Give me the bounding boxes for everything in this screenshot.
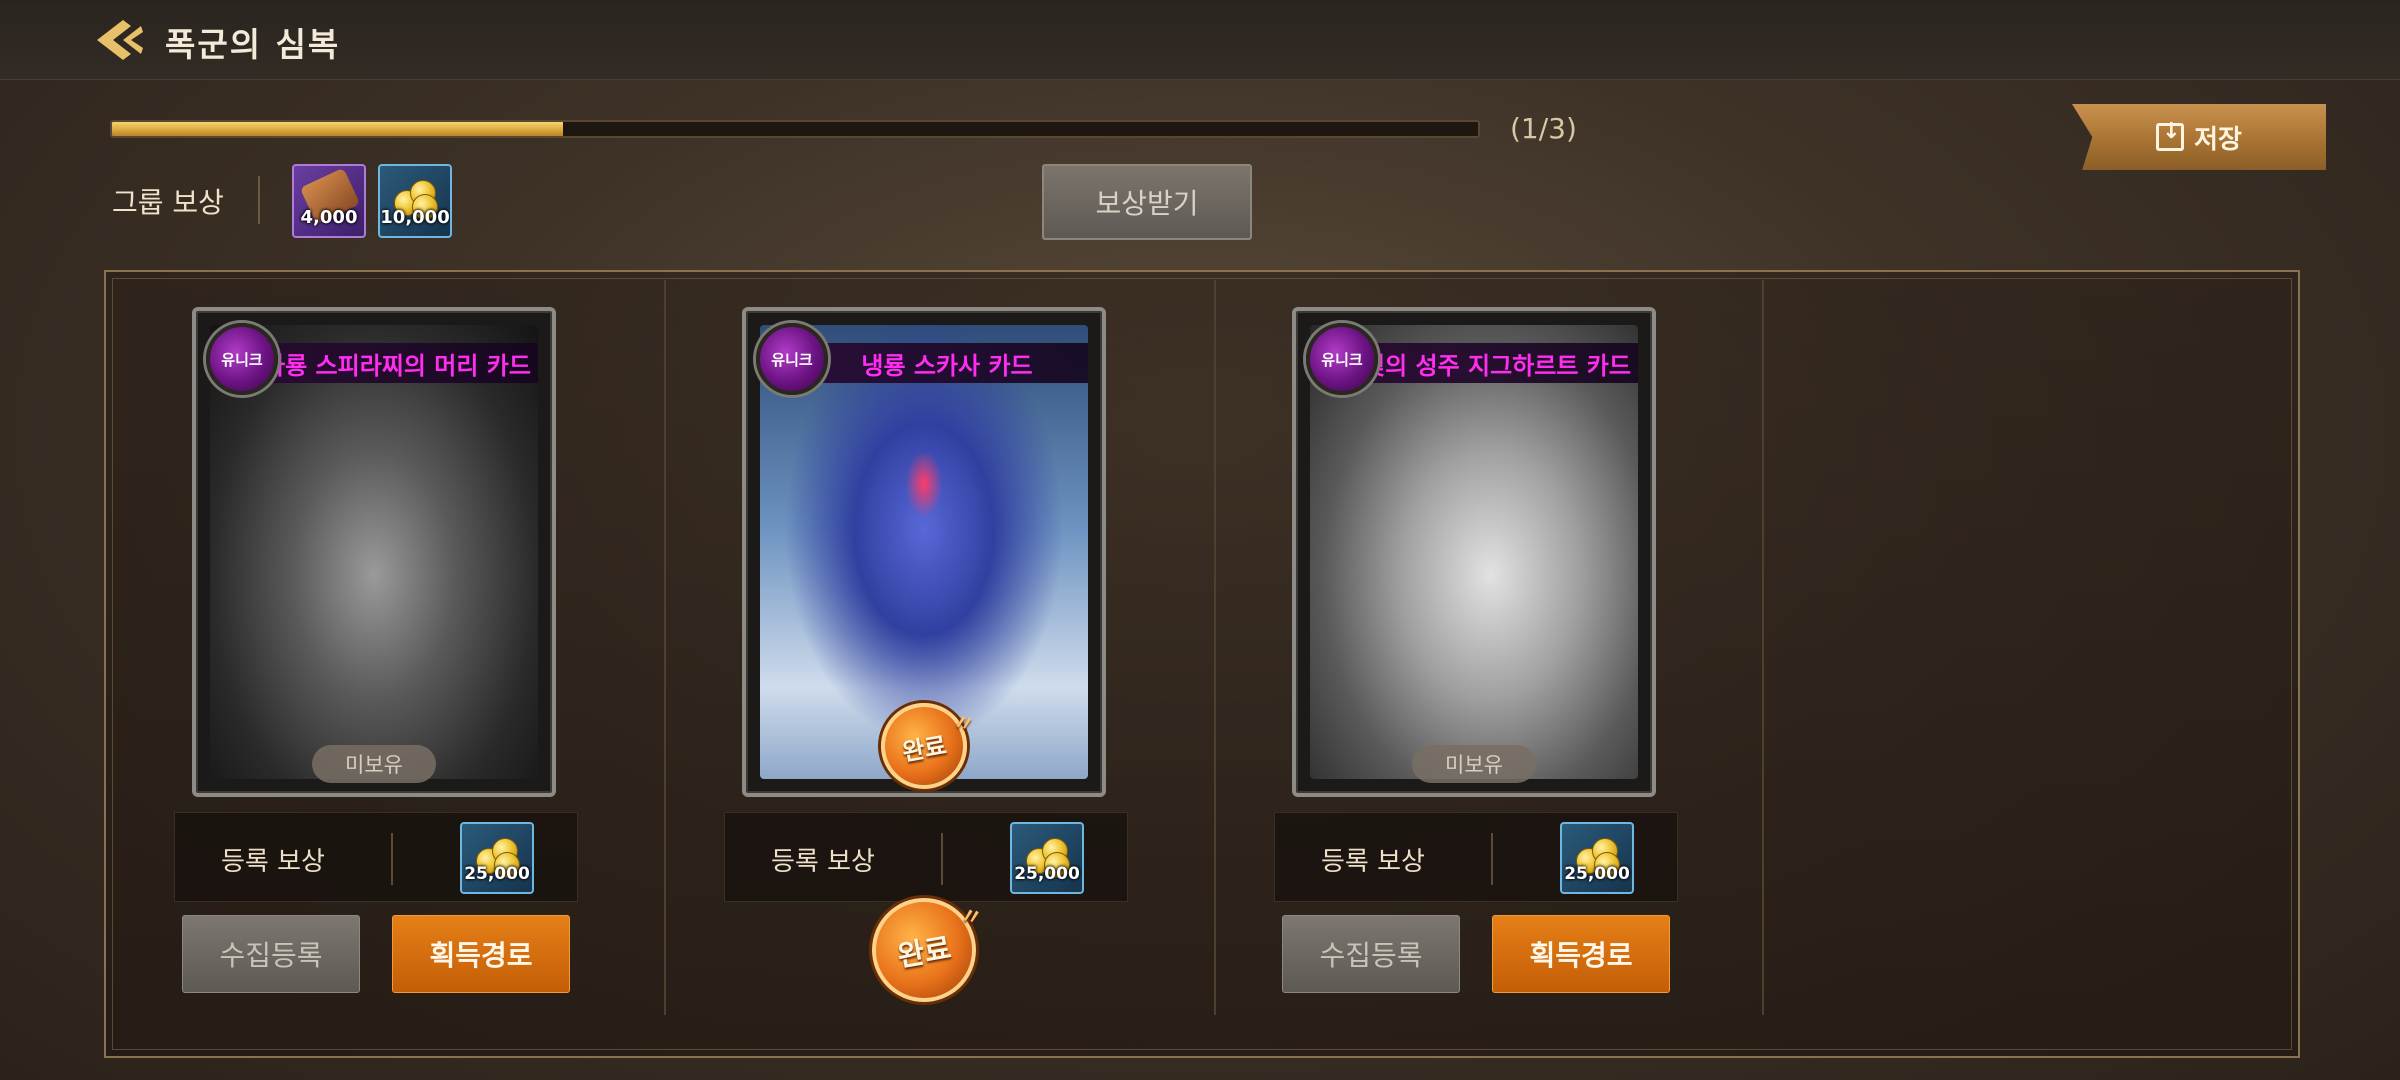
column-divider bbox=[1762, 280, 1764, 1015]
column-divider bbox=[664, 280, 666, 1015]
registration-reward-box: 등록 보상 25,000 bbox=[724, 812, 1128, 902]
gold-coins-icon[interactable]: 25,000 bbox=[1010, 822, 1084, 894]
rarity-badge: 유니크 bbox=[1306, 323, 1378, 395]
gold-coins-icon[interactable]: 25,000 bbox=[1560, 822, 1634, 894]
group-reward-label: 그룹 보상 bbox=[112, 186, 224, 219]
registration-reward-label: 등록 보상 bbox=[771, 847, 875, 877]
page-title: 폭군의 심복 bbox=[165, 25, 341, 64]
save-icon bbox=[2156, 119, 2185, 151]
rarity-badge: 유니크 bbox=[206, 323, 278, 395]
save-button[interactable]: 저장 bbox=[2072, 104, 2326, 170]
top-bar: 폭군의 심복 bbox=[0, 0, 2400, 80]
collection-card[interactable]: 냉룡 스카사 카드 유니크 완료 〃 bbox=[742, 307, 1106, 797]
registration-reward-label: 등록 보상 bbox=[1321, 847, 1425, 877]
reward-quantity: 4,000 bbox=[300, 207, 358, 228]
registration-reward-box: 등록 보상 25,000 bbox=[1274, 812, 1678, 902]
collection-card[interactable]: 빛의 성주 지그하르트 카드 유니크 미보유 bbox=[1292, 307, 1656, 797]
ownership-status: 미보유 bbox=[1412, 745, 1536, 783]
acquisition-path-button[interactable]: 획득경로 bbox=[1492, 915, 1670, 993]
collection-progress-bar bbox=[110, 120, 1480, 138]
register-collection-button[interactable]: 수집등록 bbox=[182, 915, 360, 993]
reward-quantity: 25,000 bbox=[464, 864, 530, 884]
divider bbox=[258, 176, 260, 224]
gold-coins-icon[interactable]: 10,000 bbox=[378, 164, 452, 238]
back-arrow-icon bbox=[97, 20, 143, 60]
registration-reward-label: 등록 보상 bbox=[221, 847, 325, 877]
reward-quantity: 25,000 bbox=[1564, 864, 1630, 884]
reward-quantity: 25,000 bbox=[1014, 864, 1080, 884]
card-artwork bbox=[1310, 325, 1638, 779]
collection-card[interactable]: 사룡 스피라찌의 머리 카드 유니크 미보유 bbox=[192, 307, 556, 797]
registration-reward-box: 등록 보상 25,000 bbox=[174, 812, 578, 902]
rarity-badge: 유니크 bbox=[756, 323, 828, 395]
card-artwork bbox=[210, 325, 538, 779]
gold-coins-icon[interactable]: 25,000 bbox=[460, 822, 534, 894]
column-divider bbox=[1214, 280, 1216, 1015]
register-collection-button[interactable]: 수집등록 bbox=[1282, 915, 1460, 993]
acquisition-path-button[interactable]: 획득경로 bbox=[392, 915, 570, 993]
reward-quantity: 10,000 bbox=[380, 207, 450, 228]
claim-reward-button[interactable]: 보상받기 bbox=[1042, 164, 1252, 240]
card-title: 냉룡 스카사 카드 bbox=[861, 351, 1033, 380]
ownership-status: 미보유 bbox=[312, 745, 436, 783]
progress-count: (1/3) bbox=[1510, 112, 1577, 145]
card-title: 빛의 성주 지그하르트 카드 bbox=[1363, 351, 1631, 380]
scroll-icon[interactable]: 4,000 bbox=[292, 164, 366, 238]
save-label: 저장 bbox=[2194, 124, 2242, 155]
back-button[interactable] bbox=[92, 14, 148, 66]
card-title: 사룡 스피라찌의 머리 카드 bbox=[263, 351, 531, 380]
progress-fill bbox=[112, 122, 563, 136]
